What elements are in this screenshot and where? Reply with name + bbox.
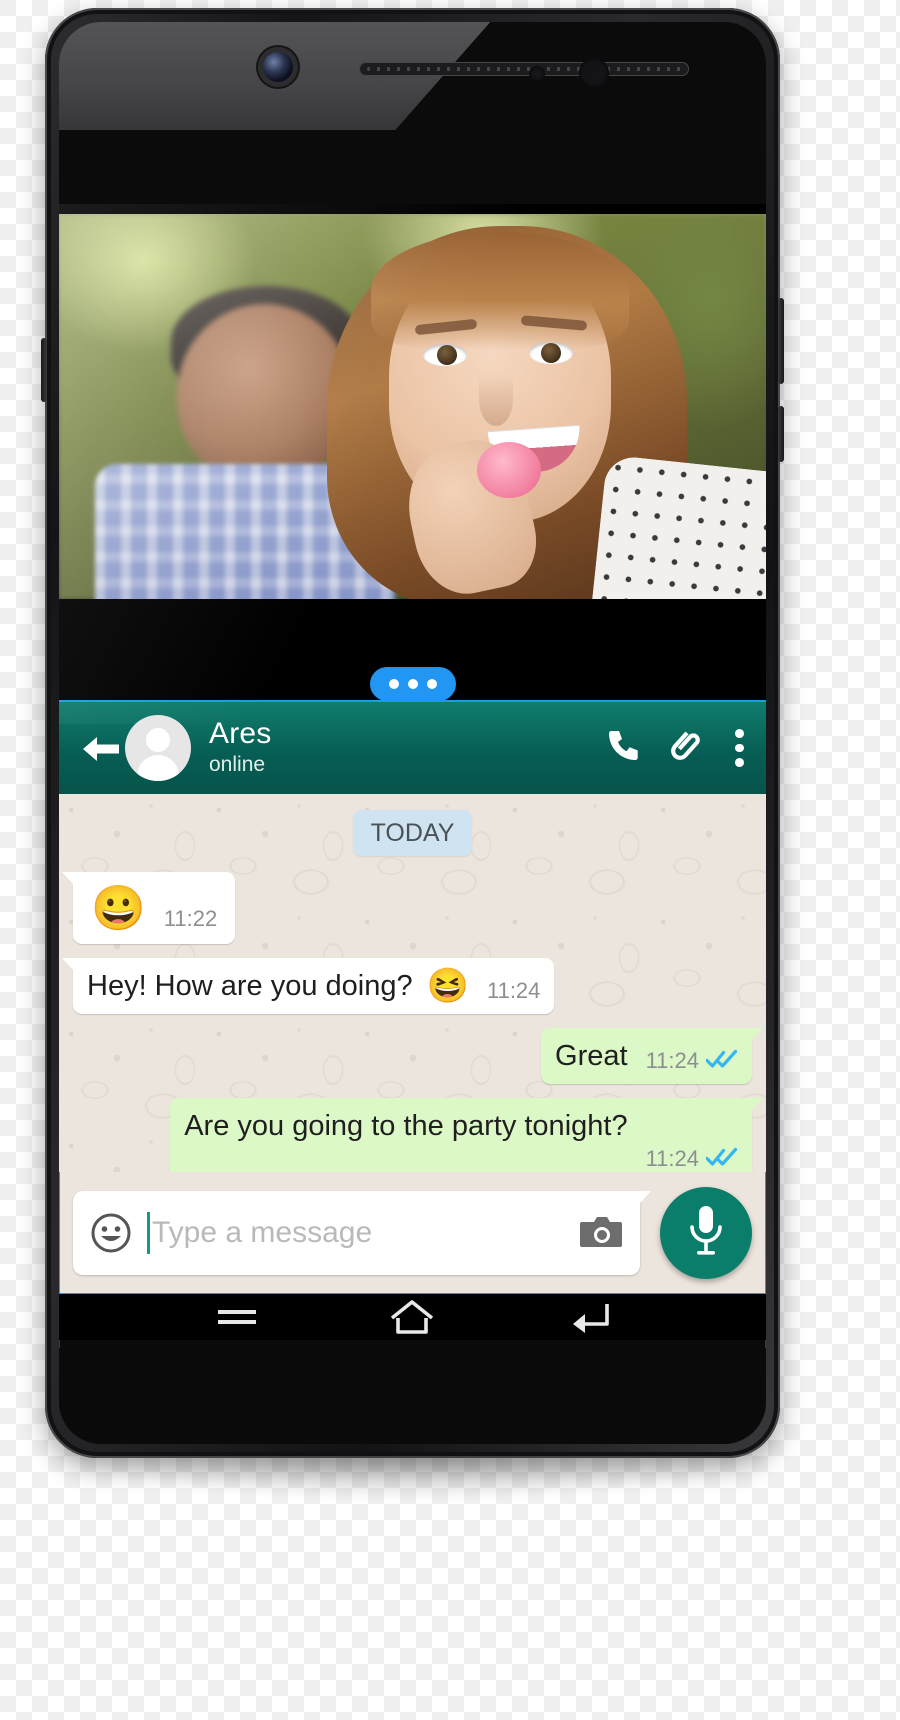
read-receipt-icon	[705, 1147, 738, 1172]
message-time: 11:24	[645, 1048, 699, 1073]
message-composer: Type a message	[59, 1172, 766, 1294]
back-arrow-icon[interactable]	[79, 726, 123, 770]
message-emoji: 😆	[426, 967, 469, 1005]
message-meta: 11:22	[160, 906, 217, 932]
front-camera-icon	[263, 52, 293, 82]
voice-record-button[interactable]	[660, 1187, 752, 1279]
read-receipt-icon	[705, 1049, 738, 1074]
message-row: 😀 11:22	[61, 872, 752, 944]
photo-man-head	[177, 304, 352, 484]
phone-bezel: Ares online TODAY 😀 11:22 Hey! How are y…	[59, 22, 766, 1444]
whatsapp-header: Ares online	[59, 702, 766, 794]
phone-bottom-bezel	[59, 1348, 766, 1444]
speaker-grille	[367, 67, 681, 71]
volume-down-button[interactable]	[778, 406, 784, 462]
handle-dot	[426, 679, 437, 689]
message-bubble-incoming[interactable]: 😀 11:22	[61, 872, 236, 944]
message-time: 11:22	[163, 906, 218, 931]
message-row: Are you going to the party tonight? 11:2…	[73, 1098, 763, 1172]
more-vertical-icon[interactable]	[734, 729, 744, 768]
android-nav-buttons	[59, 1294, 766, 1340]
text-cursor	[147, 1212, 150, 1254]
menu-dot	[734, 743, 744, 753]
whatsapp-chat-widget[interactable]: Ares online TODAY 😀 11:22 Hey! How are y…	[59, 700, 766, 1296]
contact-avatar-icon[interactable]	[125, 715, 191, 781]
phone-device: Ares online TODAY 😀 11:22 Hey! How are y…	[41, 8, 784, 1458]
avatar-head	[146, 728, 170, 752]
message-input-placeholder: Type a message	[152, 1216, 373, 1249]
light-sensor-icon	[579, 58, 609, 88]
message-text: Are you going to the party tonight?	[184, 1110, 628, 1142]
smiley-icon[interactable]	[89, 1211, 133, 1255]
message-meta-line: 11:24	[184, 1146, 738, 1172]
microphone-icon	[685, 1203, 727, 1264]
handle-dot	[388, 679, 399, 689]
photo-woman-iris-right	[541, 343, 561, 363]
power-button[interactable]	[41, 338, 47, 402]
message-time: 11:24	[645, 1146, 699, 1171]
message-input-field[interactable]: Type a message	[73, 1191, 651, 1275]
message-text: Great	[555, 1040, 628, 1072]
phone-shadow	[90, 1455, 740, 1501]
chat-messages-container: TODAY 😀 11:22 Hey! How are you doing? 😆 …	[59, 794, 766, 1172]
drag-handle-dots-icon[interactable]	[369, 667, 456, 701]
photo-woman-nose	[479, 374, 513, 426]
volume-up-button[interactable]	[778, 298, 784, 384]
proximity-sensor-icon	[529, 66, 545, 82]
back-icon[interactable]	[560, 1297, 616, 1337]
message-bubble-incoming[interactable]: Hey! How are you doing? 😆 11:24	[61, 958, 555, 1014]
message-time: 11:24	[486, 978, 541, 1003]
message-meta: 11:24	[642, 1048, 738, 1074]
menu-dot	[734, 758, 744, 768]
message-bubble-outgoing[interactable]: Great 11:24	[541, 1028, 763, 1084]
header-actions	[606, 729, 748, 768]
photo-woman-iris-left	[437, 345, 457, 365]
message-text: Hey! How are you doing?	[87, 970, 413, 1002]
day-divider: TODAY	[352, 810, 473, 856]
avatar-body	[137, 755, 179, 781]
message-bubble-outgoing[interactable]: Are you going to the party tonight? 11:2…	[170, 1098, 763, 1172]
wallpaper-photo	[59, 214, 766, 599]
photo-woman-hair-front	[371, 232, 629, 350]
handle-dot	[407, 679, 418, 689]
phone-top-bezel	[59, 22, 766, 204]
earpiece-speaker	[359, 62, 689, 76]
phone-screen: Ares online TODAY 😀 11:22 Hey! How are y…	[59, 204, 766, 1340]
photo-woman-top	[591, 454, 766, 599]
message-emoji: 😀	[91, 884, 146, 933]
chat-message-list[interactable]: TODAY 😀 11:22 Hey! How are you doing? 😆 …	[59, 794, 766, 1172]
message-row: Great 11:24	[73, 1028, 763, 1084]
message-row: Hey! How are you doing? 😆 11:24	[61, 958, 752, 1014]
photo-macaron	[477, 442, 541, 498]
camera-icon[interactable]	[578, 1213, 624, 1253]
contact-status: online	[209, 753, 266, 776]
message-meta: 11:24	[642, 1146, 738, 1172]
menu-icon[interactable]	[209, 1297, 265, 1337]
contact-name: Ares	[209, 717, 272, 750]
message-meta: 11:24	[483, 978, 540, 1004]
home-icon[interactable]	[384, 1297, 440, 1337]
menu-dot	[734, 729, 744, 738]
phone-icon[interactable]	[606, 729, 640, 767]
screenshot-canvas: Ares online TODAY 😀 11:22 Hey! How are y…	[0, 0, 900, 1720]
contact-info[interactable]: Ares online	[209, 718, 606, 778]
paperclip-icon[interactable]	[670, 729, 704, 767]
